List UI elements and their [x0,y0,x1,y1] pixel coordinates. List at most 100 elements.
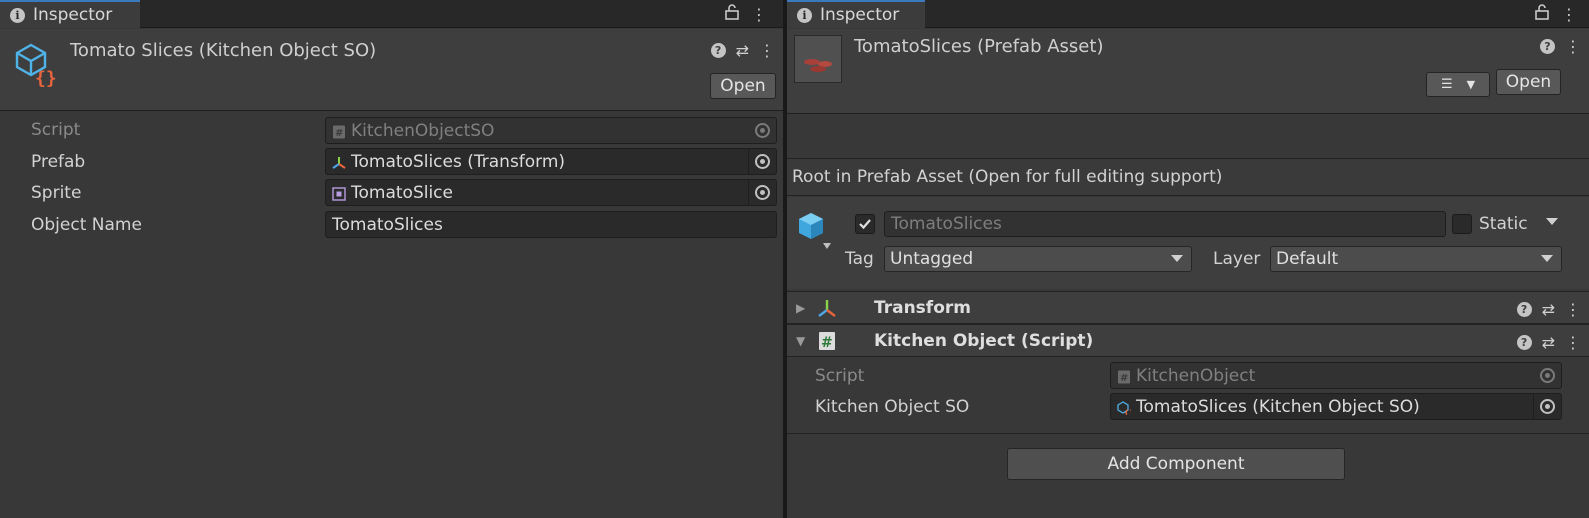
picker-separator [748,149,749,174]
object-picker-icon[interactable] [755,185,770,200]
left-tab-tools: ⋮ [725,0,767,28]
tag-dropdown[interactable]: Untagged [884,246,1192,272]
lock-icon[interactable] [1535,3,1549,25]
kitchen-object-tools: ? ⇄ ⋮ [1516,333,1581,352]
static-checkbox[interactable] [1452,214,1472,234]
preset-icon[interactable]: ⇄ [1542,333,1555,352]
left-tab-label: Inspector [33,5,113,25]
svg-text:#: # [1120,373,1128,384]
info-icon: i [797,7,812,23]
context-menu-icon[interactable]: ⋮ [1565,333,1581,352]
context-menu-icon[interactable]: ⋮ [1565,37,1581,56]
object-name-label: Object Name [31,215,142,235]
layer-label: Layer [1213,249,1261,269]
info-icon: i [10,7,25,23]
context-menu-icon[interactable]: ⋮ [759,41,775,60]
left-open-button[interactable]: Open [710,73,776,99]
left-inspector-tab[interactable]: i Inspector [0,0,140,28]
context-menu-icon[interactable]: ⋮ [1565,300,1581,319]
prefab-preview-thumbnail [794,35,842,83]
object-picker-icon[interactable] [755,123,770,138]
help-icon[interactable]: ? [1516,302,1532,317]
right-header-tools: ? ⋮ [1540,37,1581,56]
script-label: Script [31,120,81,140]
scriptable-object-icon: {} [13,41,59,92]
kitchen-object-so-field[interactable]: {} TomatoSlices (Kitchen Object SO) [1110,393,1562,420]
gameobject-header: TomatoSlices Static Tag Untagged Layer D… [787,197,1589,289]
sprite-label: Sprite [31,183,82,203]
sprite-icon [332,186,346,201]
right-tab-bar: i Inspector ⋮ [787,0,1589,28]
layer-dropdown[interactable]: Default [1270,246,1562,272]
list-icon: ☰ [1440,77,1453,92]
ko-script-value: KitchenObject [1136,365,1256,386]
prefab-value: TomatoSlices (Transform) [351,151,566,172]
kitchen-object-title: Kitchen Object (Script) [874,331,1094,351]
prefab-field[interactable]: TomatoSlices (Transform) [325,148,777,175]
ko-script-field[interactable]: # KitchenObject [1110,362,1562,389]
foldout-collapsed-icon[interactable]: ▶ [796,301,805,315]
foldout-expanded-icon[interactable]: ▼ [796,334,805,348]
svg-text:#: # [335,128,343,139]
chevron-down-icon [1171,255,1183,262]
root-notice-text: Root in Prefab Asset (Open for full edit… [792,167,1223,187]
static-label: Static [1479,214,1528,234]
left-header: {} Tomato Slices (Kitchen Object SO) ? ⇄… [0,29,783,111]
lock-icon[interactable] [725,3,739,25]
gameobject-name-input[interactable]: TomatoSlices [884,211,1446,237]
transform-component-header[interactable]: ▶ Transform ? ⇄ ⋮ [787,291,1589,324]
right-open-button[interactable]: Open [1496,69,1561,95]
help-icon[interactable]: ? [1516,335,1532,350]
sprite-value: TomatoSlice [351,182,453,203]
object-picker-icon[interactable] [1540,368,1555,383]
scriptable-object-icon: {} [1117,400,1134,417]
object-picker-icon[interactable] [1540,399,1555,414]
gameobject-icon[interactable] [795,209,837,256]
picker-separator [748,180,749,205]
kitchen-object-so-value: TomatoSlices (Kitchen Object SO) [1136,396,1420,417]
transform-icon [817,299,837,322]
active-checkbox[interactable] [855,214,875,234]
kitchen-object-component-header[interactable]: ▼ # Kitchen Object (Script) ? ⇄ ⋮ [787,324,1589,357]
overrides-dropdown[interactable]: ☰ ▼ [1426,72,1490,97]
script-field[interactable]: # KitchenObjectSO [325,117,777,144]
left-header-tools: ? ⇄ ⋮ [710,41,775,60]
help-icon[interactable]: ? [1540,39,1555,54]
preset-icon[interactable]: ⇄ [736,41,749,60]
tab-menu-icon[interactable]: ⋮ [751,5,767,24]
add-component-button[interactable]: Add Component [1007,448,1345,480]
prefab-label: Prefab [31,152,86,172]
ko-script-label: Script [815,366,865,386]
tag-label: Tag [845,249,874,269]
script-icon: # [818,331,836,356]
left-tab-bar: i Inspector ⋮ [0,0,783,28]
script-value: KitchenObjectSO [351,120,495,141]
object-picker-icon[interactable] [755,154,770,169]
preset-icon[interactable]: ⇄ [1542,300,1555,319]
svg-text:{}: {} [35,68,57,87]
right-tab-tools: ⋮ [1535,0,1577,28]
right-asset-title: TomatoSlices (Prefab Asset) [854,36,1104,57]
kitchen-object-so-label: Kitchen Object SO [815,397,970,417]
sprite-field[interactable]: TomatoSlice [325,179,777,206]
root-notice-bar: Root in Prefab Asset (Open for full edit… [787,159,1589,196]
transform-tools: ? ⇄ ⋮ [1516,300,1581,319]
right-inspector-tab[interactable]: i Inspector [787,0,925,28]
svg-text:#: # [821,335,833,351]
left-asset-title: Tomato Slices (Kitchen Object SO) [70,40,377,61]
picker-separator [1533,394,1534,419]
right-header: TomatoSlices (Prefab Asset) ? ⋮ ☰ ▼ Open [787,29,1589,114]
static-dropdown-arrow[interactable] [1546,218,1558,225]
right-inspector-panel: i Inspector ⋮ TomatoSlices (Prefab Asset… [787,0,1589,518]
tab-menu-icon[interactable]: ⋮ [1561,5,1577,24]
script-icon: # [1117,369,1131,384]
left-inspector-panel: i Inspector ⋮ {} Tomato Slices (Kitchen … [0,0,783,518]
chevron-down-icon [1541,255,1553,262]
help-icon[interactable]: ? [710,43,726,58]
tag-value: Untagged [890,249,974,269]
transform-title: Transform [874,298,971,318]
layer-value: Default [1276,249,1339,269]
object-name-input[interactable]: TomatoSlices [325,211,777,238]
chevron-down-icon: ▼ [1466,78,1476,91]
separator-line [787,433,1589,434]
